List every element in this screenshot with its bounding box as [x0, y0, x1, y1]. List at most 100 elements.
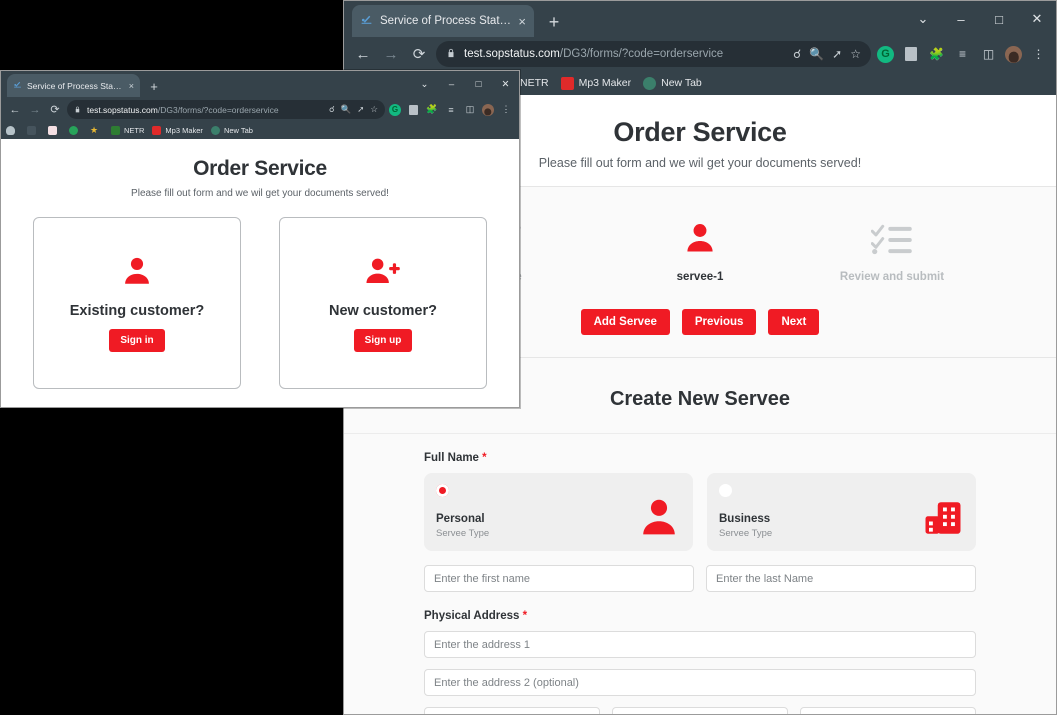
existing-customer-heading: Existing customer? — [70, 303, 205, 319]
browser-window-front[interactable]: Service of Process Status × + ⌄ – □ ✕ ← … — [0, 70, 520, 408]
previous-button[interactable]: Previous — [682, 309, 757, 335]
person-icon — [120, 254, 154, 293]
person-icon — [635, 213, 765, 263]
address2-input[interactable]: Enter the address 2 (optional) — [424, 669, 976, 696]
extensions-back: G 🧩 ≡ ◫ ⋮ — [877, 45, 1048, 64]
menu-icon[interactable]: ⋮ — [499, 103, 513, 117]
star-icon[interactable]: ☆ — [850, 47, 861, 61]
grammarly-icon[interactable]: G — [877, 46, 894, 63]
tab-title-back: Service of Process Status — [380, 15, 511, 27]
bookmark-item-mp3maker[interactable]: Mp3 Maker — [561, 77, 632, 90]
add-servee-button[interactable]: Add Servee — [581, 309, 670, 335]
next-button[interactable]: Next — [768, 309, 819, 335]
servee-type-business[interactable]: Business Servee Type — [707, 473, 976, 551]
maximize-icon[interactable]: □ — [465, 71, 492, 97]
star-bookmark-icon: ★ — [90, 126, 99, 135]
address-bar-url-back: test.sopstatus.com/DG3/forms/?code=order… — [464, 48, 785, 60]
browser-tab-back[interactable]: Service of Process Status × — [352, 5, 534, 37]
address1-row: Enter the address 1 — [424, 631, 976, 658]
state-input[interactable]: Enter the state — [612, 707, 788, 715]
mp3-maker-bookmark-icon — [561, 77, 574, 90]
close-icon[interactable]: × — [518, 14, 526, 29]
required-marker: * — [482, 452, 486, 464]
address1-input[interactable]: Enter the address 1 — [424, 631, 976, 658]
bookmark-item[interactable] — [27, 126, 40, 135]
existing-customer-card[interactable]: Existing customer? Sign in — [33, 217, 241, 389]
sign-in-button[interactable]: Sign in — [109, 329, 164, 352]
side-panel-icon[interactable]: ◫ — [463, 103, 477, 117]
new-tab-button-back[interactable]: + — [540, 7, 568, 37]
browser-toolbar-front: ← → ⟳ test.sopstatus.com/DG3/forms/?code… — [1, 97, 519, 122]
front-app-header: Order Service Please fill out form and w… — [1, 139, 519, 209]
radio-personal[interactable] — [436, 484, 449, 497]
desktop-backdrop-top — [0, 0, 343, 70]
step-review-and-submit[interactable]: Review and submit — [827, 213, 957, 283]
desktop-backdrop-left — [0, 408, 343, 715]
checklist-icon — [827, 213, 957, 263]
reading-list-icon[interactable]: ≡ — [444, 103, 458, 117]
bookmark-item-netr[interactable]: NETR — [111, 126, 144, 135]
bookmark-item[interactable] — [6, 126, 19, 135]
bookmark-item[interactable]: ★ — [90, 126, 103, 135]
bookmark-item-mp3maker[interactable]: Mp3 Maker — [152, 126, 203, 135]
person-icon — [637, 495, 681, 539]
servee-form: Full Name * Personal Servee Type — [344, 434, 1056, 715]
zip-input[interactable]: Enter the zip — [800, 707, 976, 715]
zip-bookmark-icon — [27, 126, 36, 135]
browser-tab-front[interactable]: Service of Process Status × — [7, 74, 140, 97]
puzzle-icon[interactable]: 🧩 — [927, 45, 946, 64]
physical-address-label: Physical Address * — [424, 610, 976, 622]
maximize-icon[interactable]: □ — [980, 1, 1018, 37]
step-servee-1[interactable]: servee-1 — [635, 213, 765, 283]
new-customer-heading: New customer? — [329, 303, 437, 319]
key-icon[interactable]: ☌ — [329, 104, 335, 115]
reading-list-icon[interactable]: ≡ — [953, 45, 972, 64]
mp3-maker-bookmark-icon — [152, 126, 161, 135]
forward-arrow-icon[interactable]: → — [27, 102, 43, 118]
radio-business[interactable] — [719, 484, 732, 497]
step-label: Review and submit — [827, 271, 957, 283]
chevron-down-icon[interactable]: ⌄ — [411, 71, 438, 97]
bookmark-item[interactable] — [69, 126, 82, 135]
reader-icon[interactable] — [406, 103, 420, 117]
reader-icon[interactable] — [901, 45, 920, 64]
minimize-icon[interactable]: – — [942, 1, 980, 37]
star-icon[interactable]: ☆ — [370, 104, 378, 115]
avatar[interactable] — [1005, 46, 1022, 63]
address-bar-front[interactable]: test.sopstatus.com/DG3/forms/?code=order… — [67, 100, 385, 119]
bookmark-item[interactable] — [48, 126, 61, 135]
sign-up-button[interactable]: Sign up — [354, 329, 413, 352]
side-panel-icon[interactable]: ◫ — [979, 45, 998, 64]
grammarly-icon[interactable]: G — [389, 104, 401, 116]
forward-arrow-icon[interactable]: → — [380, 43, 402, 65]
back-arrow-icon[interactable]: ← — [352, 43, 374, 65]
close-window-icon[interactable]: ✕ — [492, 71, 519, 97]
puzzle-icon[interactable]: 🧩 — [425, 103, 439, 117]
key-icon[interactable]: ☌ — [793, 47, 801, 61]
last-name-input[interactable]: Enter the last Name — [706, 565, 976, 592]
reload-icon[interactable]: ⟳ — [408, 43, 430, 65]
share-icon[interactable]: ➚ — [357, 104, 364, 115]
search-icon[interactable]: 🔍 — [341, 104, 352, 115]
new-tab-button-front[interactable]: + — [144, 75, 164, 97]
avatar[interactable] — [482, 104, 494, 116]
minimize-icon[interactable]: – — [438, 71, 465, 97]
bookmark-item-newtab[interactable]: New Tab — [643, 77, 702, 90]
first-name-input[interactable]: Enter the first name — [424, 565, 694, 592]
close-window-icon[interactable]: ✕ — [1018, 1, 1056, 37]
reload-icon[interactable]: ⟳ — [47, 102, 63, 118]
window-controls-back: ⌄ – □ ✕ — [904, 1, 1056, 37]
close-icon[interactable]: × — [129, 81, 134, 91]
servee-type-personal[interactable]: Personal Servee Type — [424, 473, 693, 551]
back-arrow-icon[interactable]: ← — [7, 102, 23, 118]
city-input[interactable]: Enter the city — [424, 707, 600, 715]
ghost-bookmark-icon — [6, 126, 15, 135]
screen: Service of Process Status × + ⌄ – □ ✕ ← … — [0, 0, 1057, 715]
address-bar-back[interactable]: test.sopstatus.com/DG3/forms/?code=order… — [436, 41, 871, 67]
chevron-down-icon[interactable]: ⌄ — [904, 1, 942, 37]
menu-icon[interactable]: ⋮ — [1029, 45, 1048, 64]
share-icon[interactable]: ➚ — [832, 47, 842, 61]
new-customer-card[interactable]: New customer? Sign up — [279, 217, 487, 389]
bookmark-item-newtab[interactable]: New Tab — [211, 126, 253, 135]
search-icon[interactable]: 🔍 — [809, 47, 824, 61]
